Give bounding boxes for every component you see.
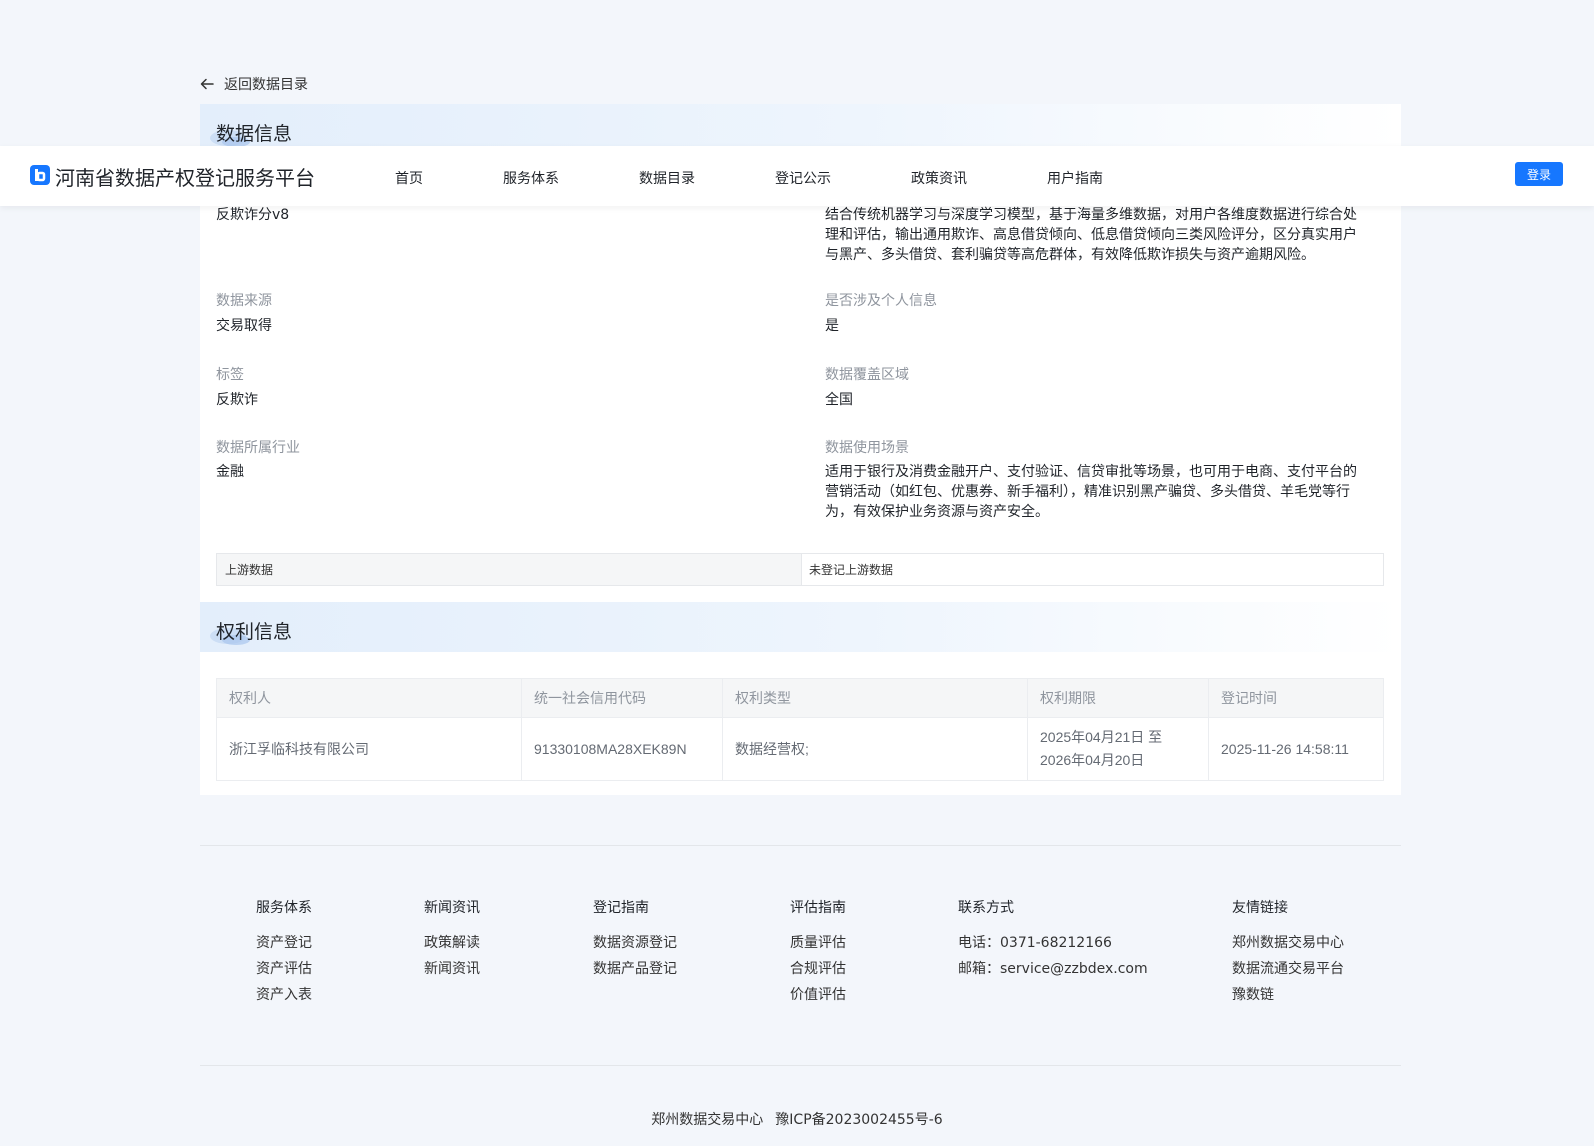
back-to-catalog-link[interactable]: 返回数据目录	[200, 74, 308, 94]
footer-column-evaluation-guide: 评估指南 质量评估 合规评估 价值评估	[790, 897, 846, 1010]
field-value-industry: 金融	[216, 464, 244, 480]
footer-column-title: 评估指南	[790, 900, 846, 916]
field-label-coverage: 数据覆盖区域	[825, 367, 909, 383]
field-label-personal-info: 是否涉及个人信息	[825, 293, 937, 309]
field-value-source: 交易取得	[216, 318, 272, 334]
platform-logo-icon	[30, 165, 50, 185]
footer-link[interactable]: 数据产品登记	[593, 958, 677, 984]
footer-link[interactable]: 数据流通交易平台	[1232, 958, 1344, 984]
footer-link[interactable]: 合规评估	[790, 958, 846, 984]
footer-bottom-divider	[200, 1065, 1401, 1066]
footer-link[interactable]: 郑州数据交易中心	[1232, 932, 1344, 958]
field-value-coverage: 全国	[825, 392, 853, 408]
footer-link[interactable]: 价值评估	[790, 984, 846, 1010]
field-value-scenario: 适用于银行及消费金融开户、支付验证、信贷审批等场景，也可用于电商、支付平台的营销…	[825, 464, 1357, 520]
login-button[interactable]: 登录	[1515, 162, 1563, 186]
cell-credit-code: 91330108MA28XEK89N	[521, 717, 723, 781]
footer-column-news: 新闻资讯 政策解读 新闻资讯	[424, 897, 480, 984]
data-name-value: 反欺诈分v8	[216, 207, 290, 223]
rights-table: 权利人 统一社会信用代码 权利类型 权利期限 登记时间 浙江孚临科技有限公司 9…	[216, 678, 1384, 781]
footer-column-title: 友情链接	[1232, 900, 1288, 916]
arrow-left-icon	[200, 78, 214, 90]
footer-column-friend-links: 友情链接 郑州数据交易中心 数据流通交易平台 豫数链	[1232, 897, 1344, 1010]
footer-copyright: 郑州数据交易中心 豫ICP备2023002455号-6	[0, 1109, 1594, 1129]
nav-item-home[interactable]: 首页	[395, 168, 423, 188]
footer-column-title: 新闻资讯	[424, 900, 480, 916]
footer-link[interactable]: 豫数链	[1232, 984, 1344, 1010]
footer-column-registration-guide: 登记指南 数据资源登记 数据产品登记	[593, 897, 677, 984]
column-header-registered-at: 登记时间	[1208, 678, 1384, 718]
table-row: 浙江孚临科技有限公司 91330108MA28XEK89N 数据经营权; 202…	[216, 717, 1384, 781]
nav-item-data-catalog[interactable]: 数据目录	[639, 168, 695, 188]
column-header-period: 权利期限	[1027, 678, 1209, 718]
footer-top-divider	[200, 845, 1401, 846]
field-label-industry: 数据所属行业	[216, 440, 300, 456]
footer-link[interactable]: 资产入表	[256, 984, 312, 1010]
column-header-holder: 权利人	[216, 678, 522, 718]
icp-record-link[interactable]: 豫ICP备2023002455号-6	[775, 1112, 942, 1128]
footer-column-services: 服务体系 资产登记 资产评估 资产入表	[256, 897, 312, 1010]
column-header-right-type: 权利类型	[722, 678, 1028, 718]
field-label-scenario: 数据使用场景	[825, 440, 909, 456]
footer-column-title: 服务体系	[256, 900, 312, 916]
field-label-source: 数据来源	[216, 293, 272, 309]
footer-link[interactable]: 数据资源登记	[593, 932, 677, 958]
upstream-data-row: 上游数据 未登记上游数据	[216, 553, 1384, 586]
footer-column-title: 联系方式	[958, 900, 1014, 916]
cell-period: 2025年04月21日 至 2026年04月20日	[1027, 717, 1209, 781]
cell-registered-at: 2025-11-26 14:58:11	[1208, 717, 1384, 781]
nav-item-policy-news[interactable]: 政策资讯	[911, 168, 967, 188]
back-link-label: 返回数据目录	[224, 77, 308, 93]
footer-org-name: 郑州数据交易中心	[651, 1112, 764, 1128]
table-header-row: 权利人 统一社会信用代码 权利类型 权利期限 登记时间	[216, 678, 1384, 718]
upstream-data-value: 未登记上游数据	[809, 563, 894, 577]
section-title-data-info: 数据信息	[216, 123, 293, 145]
rights-info-header: 权利信息	[200, 602, 1401, 652]
contact-email: 邮箱：service@zzbdex.com	[958, 961, 1148, 977]
footer-link[interactable]: 新闻资讯	[424, 958, 480, 984]
field-value-tags: 反欺诈	[216, 392, 258, 408]
field-label-tags: 标签	[216, 367, 244, 383]
upstream-data-label: 上游数据	[217, 554, 802, 585]
footer-link[interactable]: 政策解读	[424, 932, 480, 958]
platform-name: 河南省数据产权登记服务平台	[55, 166, 315, 190]
footer-column-title: 登记指南	[593, 900, 649, 916]
rights-info-card: 权利信息 权利人 统一社会信用代码 权利类型 权利期限 登记时间 浙江孚临科技有…	[200, 602, 1401, 795]
footer-column-contact: 联系方式 电话：0371-68212166 邮箱：service@zzbdex.…	[958, 897, 1148, 984]
period-end: 2026年04月20日	[1040, 752, 1145, 768]
column-header-credit-code: 统一社会信用代码	[521, 678, 723, 718]
data-description-value: 结合传统机器学习与深度学习模型，基于海量多维数据，对用户各维度数据进行综合处理和…	[825, 207, 1357, 263]
nav-item-user-guide[interactable]: 用户指南	[1047, 168, 1103, 188]
section-title-rights-info: 权利信息	[216, 621, 293, 643]
field-value-personal-info: 是	[825, 318, 839, 334]
footer-link[interactable]: 资产评估	[256, 958, 312, 984]
footer-link[interactable]: 资产登记	[256, 932, 312, 958]
footer-link[interactable]: 质量评估	[790, 932, 846, 958]
contact-phone: 电话：0371-68212166	[958, 935, 1112, 951]
top-nav-bar: 河南省数据产权登记服务平台 首页 服务体系 数据目录 登记公示 政策资讯 用户指…	[0, 146, 1594, 206]
nav-item-services[interactable]: 服务体系	[503, 168, 559, 188]
cell-right-type: 数据经营权;	[722, 717, 1028, 781]
period-start: 2025年04月21日 至	[1040, 729, 1163, 745]
cell-holder: 浙江孚临科技有限公司	[216, 717, 522, 781]
nav-item-registration-notice[interactable]: 登记公示	[775, 168, 831, 188]
